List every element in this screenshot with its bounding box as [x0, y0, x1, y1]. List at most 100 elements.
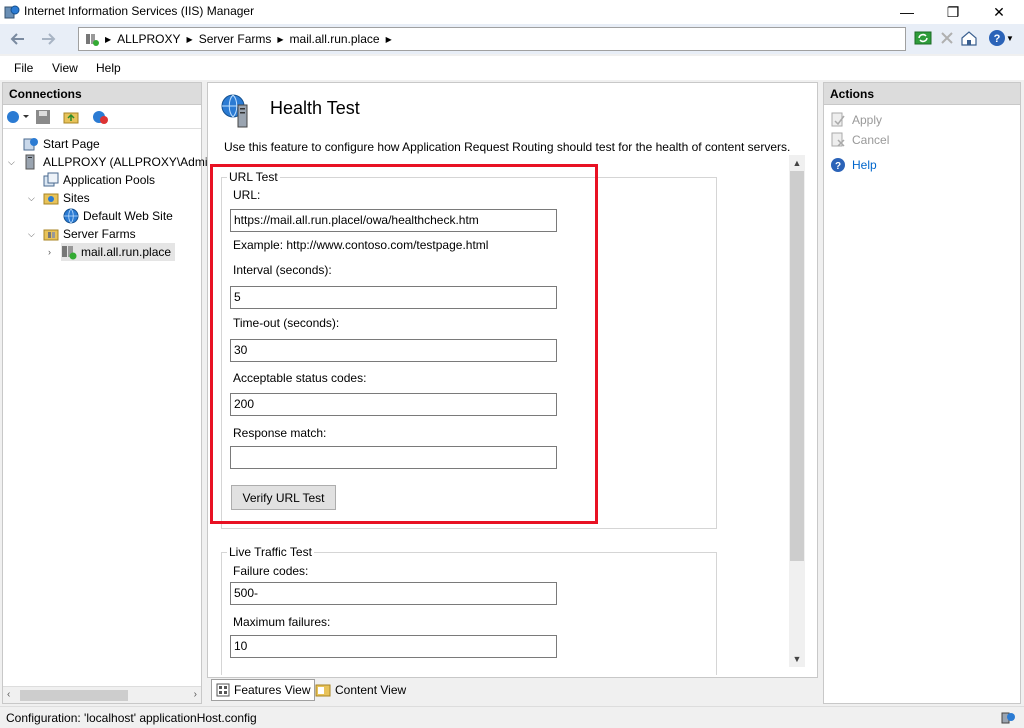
menu-view[interactable]: View — [52, 61, 78, 75]
horizontal-scrollbar[interactable]: ‹ › — [3, 686, 201, 703]
svg-text:?: ? — [835, 161, 841, 172]
features-view-icon — [216, 683, 230, 697]
scroll-up-icon[interactable]: ▲ — [789, 155, 805, 171]
server-farm-icon — [62, 246, 77, 260]
tree-label: Application Pools — [63, 173, 156, 187]
refresh-button[interactable] — [912, 27, 934, 49]
tree-item-default-web-site[interactable]: Default Web Site — [63, 207, 173, 225]
connections-header: Connections — [3, 83, 201, 105]
home-button[interactable] — [958, 27, 980, 49]
menu-help[interactable]: Help — [96, 61, 121, 75]
chevron-right-icon: ▶ — [186, 34, 193, 44]
settings-area: URL Test URL: https://mail.all.run.place… — [208, 155, 806, 675]
title-bar: Internet Information Services (IIS) Mana… — [0, 0, 1024, 24]
scroll-thumb[interactable] — [20, 690, 128, 701]
tree-label: ALLPROXY (ALLPROXY\Admi — [43, 155, 208, 169]
chevron-right-icon: ▶ — [105, 34, 112, 44]
menu-bar: File View Help — [0, 56, 1024, 80]
cancel-icon — [831, 132, 845, 147]
scroll-down-icon[interactable]: ▼ — [789, 651, 805, 667]
close-button[interactable]: ✕ — [976, 0, 1022, 24]
menu-file[interactable]: File — [14, 61, 33, 75]
action-label: Apply — [852, 113, 883, 127]
tree-label: Server Farms — [63, 227, 136, 241]
help-icon: ? — [989, 30, 1006, 46]
address-bar: ▶ ALLPROXY ▶ Server Farms ▶ mail.all.run… — [0, 24, 1024, 54]
maximize-button[interactable]: ❐ — [930, 0, 976, 24]
start-page-icon — [23, 138, 38, 151]
chevron-down-icon[interactable]: ⌵ — [28, 229, 35, 240]
breadcrumb-item[interactable]: Server Farms — [199, 32, 272, 46]
health-test-icon — [221, 94, 248, 128]
chevron-down-icon[interactable]: ⌵ — [28, 193, 35, 204]
vertical-scrollbar[interactable]: ▲ ▼ — [789, 155, 805, 667]
breadcrumb[interactable]: ▶ ALLPROXY ▶ Server Farms ▶ mail.all.run… — [78, 27, 906, 51]
content-view-icon — [315, 684, 331, 697]
help-dropdown-button[interactable]: ? ▼ — [986, 27, 1016, 49]
tab-content-view[interactable]: Content View — [311, 679, 410, 701]
window-title: Internet Information Services (IIS) Mana… — [24, 4, 255, 18]
back-button[interactable] — [4, 27, 32, 51]
chevron-down-icon[interactable]: ⌵ — [8, 157, 15, 168]
max-failures-input[interactable]: 10 — [230, 635, 557, 658]
back-arrow-icon — [10, 33, 24, 45]
action-label: Cancel — [852, 133, 890, 147]
up-folder-icon[interactable] — [63, 109, 79, 125]
help-icon: ? — [831, 158, 845, 172]
tree-item-start-page[interactable]: Start Page — [23, 135, 100, 153]
feature-page: Health Test Use this feature to configur… — [207, 82, 818, 678]
sites-folder-icon — [43, 193, 59, 205]
connections-toolbar — [3, 105, 201, 129]
breadcrumb-item[interactable]: mail.all.run.place — [290, 32, 380, 46]
tree-item-sites[interactable]: Sites — [43, 189, 90, 207]
breadcrumb-item[interactable]: ALLPROXY — [117, 32, 180, 46]
failure-codes-input[interactable]: 500- — [230, 582, 557, 605]
tree-item-server[interactable]: ALLPROXY (ALLPROXY\Admi — [23, 153, 208, 171]
forward-arrow-icon — [42, 33, 56, 45]
tree-item-application-pools[interactable]: Application Pools — [43, 171, 155, 189]
chevron-right-icon[interactable]: › — [48, 247, 51, 257]
save-icon[interactable] — [35, 109, 51, 125]
status-bar: Configuration: 'localhost' applicationHo… — [0, 706, 1024, 728]
connect-icon[interactable] — [5, 109, 29, 125]
server-farm-icon — [86, 34, 99, 46]
refresh-icon — [914, 31, 932, 45]
view-tabs: Features View Content View — [207, 679, 818, 703]
max-failures-label: Maximum failures: — [233, 615, 331, 629]
stop-button[interactable] — [936, 27, 958, 49]
failure-codes-label: Failure codes: — [233, 564, 309, 578]
tree-item-server-farms[interactable]: Server Farms — [43, 225, 136, 243]
tab-label: Features View — [234, 683, 311, 697]
tab-features-view[interactable]: Features View — [211, 679, 316, 701]
iis-app-icon — [4, 5, 20, 19]
minimize-button[interactable]: — — [884, 0, 930, 24]
chevron-right-icon: ▶ — [385, 34, 392, 44]
scroll-thumb[interactable] — [790, 171, 804, 561]
chevron-right-icon: ▶ — [277, 34, 284, 44]
action-label: Help — [852, 158, 877, 172]
page-title: Health Test — [270, 98, 360, 118]
tree-label: Start Page — [43, 137, 100, 151]
globe-icon — [63, 208, 79, 224]
actions-pane: Actions Apply Cancel ? Help — [823, 82, 1021, 704]
app-pools-icon — [43, 172, 59, 187]
cancel-action[interactable]: Cancel — [830, 131, 889, 149]
tab-label: Content View — [335, 683, 407, 697]
tree-label: Default Web Site — [83, 209, 173, 223]
live-traffic-legend: Live Traffic Test — [227, 545, 314, 559]
feature-description: Use this feature to configure how Applic… — [224, 140, 791, 154]
scroll-left-icon[interactable]: ‹ — [7, 689, 10, 700]
disconnect-icon[interactable] — [91, 109, 109, 125]
forward-button[interactable] — [34, 27, 62, 51]
tree-label: Sites — [63, 191, 90, 205]
server-farms-icon — [43, 229, 59, 241]
scroll-right-icon[interactable]: › — [194, 689, 197, 700]
svg-text:?: ? — [994, 33, 1001, 45]
highlight-box — [210, 164, 598, 524]
actions-header: Actions — [824, 83, 1020, 105]
apply-icon — [831, 112, 845, 127]
apply-action[interactable]: Apply — [830, 111, 882, 129]
connections-pane: Connections Start Page ⌵ ALLPROXY (ALLPR… — [2, 82, 208, 704]
help-action[interactable]: ? Help — [830, 156, 877, 174]
tree-item-mail-all-run-place[interactable]: mail.all.run.place — [61, 243, 176, 261]
